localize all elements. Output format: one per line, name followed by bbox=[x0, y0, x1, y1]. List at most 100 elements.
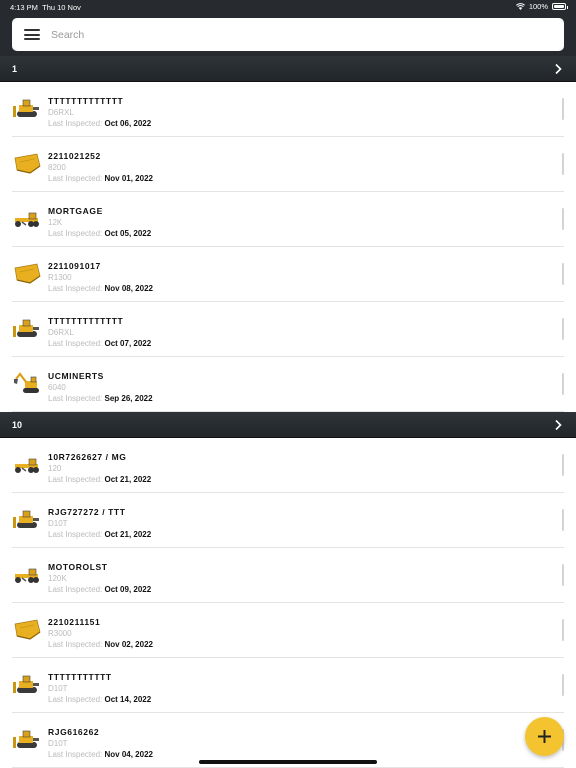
last-inspected-label: Last Inspected: bbox=[48, 229, 103, 238]
equipment-title: RJG727272 / TTT bbox=[48, 507, 126, 517]
dozer-icon bbox=[12, 671, 42, 697]
drag-handle-icon[interactable] bbox=[562, 373, 564, 395]
equipment-model: D10T bbox=[48, 519, 68, 528]
last-inspected-date: Oct 14, 2022 bbox=[104, 695, 152, 704]
last-inspected: Last Inspected: Nov 08, 2022 bbox=[48, 284, 153, 293]
last-inspected-date: Oct 09, 2022 bbox=[104, 585, 152, 594]
status-right: 100% bbox=[515, 2, 568, 11]
equipment-model: 8200 bbox=[48, 163, 66, 172]
drag-handle-icon[interactable] bbox=[562, 98, 564, 120]
last-inspected-date: Sep 26, 2022 bbox=[104, 394, 153, 403]
search-input[interactable] bbox=[51, 26, 551, 44]
last-inspected: Last Inspected: Nov 01, 2022 bbox=[48, 174, 153, 183]
equipment-row[interactable]: RJG727272 / TTT D10T Last Inspected: Oct 2… bbox=[0, 493, 576, 548]
drag-handle-icon[interactable] bbox=[562, 674, 564, 696]
grader-icon bbox=[12, 205, 42, 231]
bucket-icon bbox=[12, 616, 42, 642]
equipment-title: 10R7262627 / MG bbox=[48, 452, 127, 462]
group-header-1[interactable]: 1 bbox=[0, 56, 576, 82]
grader-icon bbox=[12, 451, 42, 477]
bucket-icon bbox=[12, 260, 42, 286]
last-inspected-label: Last Inspected: bbox=[48, 750, 103, 759]
equipment-title: MOTOROLST bbox=[48, 562, 108, 572]
last-inspected-date: Nov 02, 2022 bbox=[104, 640, 153, 649]
group-header-10[interactable]: 10 bbox=[0, 412, 576, 438]
equipment-row[interactable]: TTTTTTTTTTT D10T Last Inspected: Oct 14, 2… bbox=[0, 658, 576, 713]
last-inspected: Last Inspected: Sep 26, 2022 bbox=[48, 394, 153, 403]
equipment-title: TTTTTTTTTTTTT bbox=[48, 316, 124, 326]
equipment-row[interactable]: UCMINERTS 6040 Last Inspected: Sep 26, 202… bbox=[0, 357, 576, 412]
drag-handle-icon[interactable] bbox=[562, 564, 564, 586]
equipment-model: R3000 bbox=[48, 629, 72, 638]
group-label: 1 bbox=[12, 64, 18, 74]
equipment-row[interactable]: MORTGAGE 12K Last Inspected: Oct 05, 2022 bbox=[0, 192, 576, 247]
battery-percent: 100% bbox=[528, 2, 548, 11]
last-inspected-date: Oct 05, 2022 bbox=[104, 229, 152, 238]
last-inspected: Last Inspected: Oct 21, 2022 bbox=[48, 475, 151, 484]
dozer-icon bbox=[12, 315, 42, 341]
last-inspected: Last Inspected: Oct 05, 2022 bbox=[48, 229, 151, 238]
last-inspected-date: Nov 01, 2022 bbox=[104, 174, 153, 183]
last-inspected: Last Inspected: Oct 14, 2022 bbox=[48, 695, 151, 704]
equipment-model: 12K bbox=[48, 218, 63, 227]
dozer-icon bbox=[12, 506, 42, 532]
last-inspected-date: Nov 04, 2022 bbox=[104, 750, 153, 759]
grader-icon bbox=[12, 561, 42, 587]
equipment-row[interactable]: TTTTTTTTTTTTT D6RXL Last Inspected: Oct 06… bbox=[0, 82, 576, 137]
last-inspected: Last Inspected: Oct 09, 2022 bbox=[48, 585, 151, 594]
last-inspected: Last Inspected: Nov 04, 2022 bbox=[48, 750, 153, 759]
equipment-row[interactable]: 2210211151 R3000 Last Inspected: Nov 02, 2… bbox=[0, 603, 576, 658]
last-inspected-label: Last Inspected: bbox=[48, 530, 103, 539]
equipment-title: RJG616262 bbox=[48, 727, 100, 737]
last-inspected-label: Last Inspected: bbox=[48, 394, 103, 403]
status-time: 4:13 PM Thu 10 Nov bbox=[10, 3, 81, 12]
last-inspected-date: Oct 21, 2022 bbox=[104, 475, 152, 484]
last-inspected-label: Last Inspected: bbox=[48, 695, 103, 704]
last-inspected-label: Last Inspected: bbox=[48, 174, 103, 183]
last-inspected: Last Inspected: Oct 07, 2022 bbox=[48, 339, 151, 348]
last-inspected: Last Inspected: Oct 21, 2022 bbox=[48, 530, 151, 539]
equipment-row[interactable]: 2211021252 8200 Last Inspected: Nov 01, 20… bbox=[0, 137, 576, 192]
equipment-title: TTTTTTTTTTTTT bbox=[48, 96, 124, 106]
equipment-row[interactable]: TTTTTTTTTTTTT D6RXL Last Inspected: Oct 07… bbox=[0, 302, 576, 357]
battery-icon bbox=[552, 3, 568, 10]
status-clock: 4:13 PM bbox=[10, 3, 38, 12]
drag-handle-icon[interactable] bbox=[562, 208, 564, 230]
equipment-model: 120K bbox=[48, 574, 67, 583]
bucket-icon bbox=[12, 150, 42, 176]
chevron-right-icon[interactable] bbox=[552, 63, 564, 75]
last-inspected-date: Nov 08, 2022 bbox=[104, 284, 153, 293]
equipment-title: 2211091017 bbox=[48, 261, 101, 271]
last-inspected-label: Last Inspected: bbox=[48, 640, 103, 649]
last-inspected-label: Last Inspected: bbox=[48, 475, 103, 484]
equipment-title: 2210211151 bbox=[48, 617, 101, 627]
last-inspected-label: Last Inspected: bbox=[48, 339, 103, 348]
drag-handle-icon[interactable] bbox=[562, 454, 564, 476]
equipment-title: 2211021252 bbox=[48, 151, 101, 161]
drag-handle-icon[interactable] bbox=[562, 509, 564, 531]
drag-handle-icon[interactable] bbox=[562, 619, 564, 641]
drag-handle-icon[interactable] bbox=[562, 153, 564, 175]
plus-icon bbox=[538, 730, 551, 743]
chevron-right-icon[interactable] bbox=[552, 419, 564, 431]
last-inspected-date: Oct 06, 2022 bbox=[104, 119, 152, 128]
menu-icon[interactable] bbox=[24, 29, 40, 40]
equipment-row[interactable]: MOTOROLST 120K Last Inspected: Oct 09, 202… bbox=[0, 548, 576, 603]
equipment-row[interactable]: 10R7262627 / MG 120 Last Inspected: Oct 21… bbox=[0, 438, 576, 493]
group-label: 10 bbox=[12, 420, 23, 430]
equipment-row[interactable]: 2211091017 R1300 Last Inspected: Nov 08, 2… bbox=[0, 247, 576, 302]
last-inspected: Last Inspected: Nov 02, 2022 bbox=[48, 640, 153, 649]
wifi-icon bbox=[515, 3, 525, 10]
equipment-title: MORTGAGE bbox=[48, 206, 103, 216]
last-inspected-date: Oct 07, 2022 bbox=[104, 339, 152, 348]
add-equipment-button[interactable] bbox=[525, 717, 564, 756]
equipment-title: TTTTTTTTTTT bbox=[48, 672, 112, 682]
search-bar bbox=[12, 18, 564, 51]
status-date: Thu 10 Nov bbox=[42, 3, 81, 12]
last-inspected-label: Last Inspected: bbox=[48, 119, 103, 128]
excavator-icon bbox=[12, 370, 42, 396]
drag-handle-icon[interactable] bbox=[562, 263, 564, 285]
drag-handle-icon[interactable] bbox=[562, 318, 564, 340]
equipment-model: D6RXL bbox=[48, 108, 74, 117]
group-list: TTTTTTTTTTTTT D6RXL Last Inspected: Oct 06… bbox=[0, 82, 576, 412]
